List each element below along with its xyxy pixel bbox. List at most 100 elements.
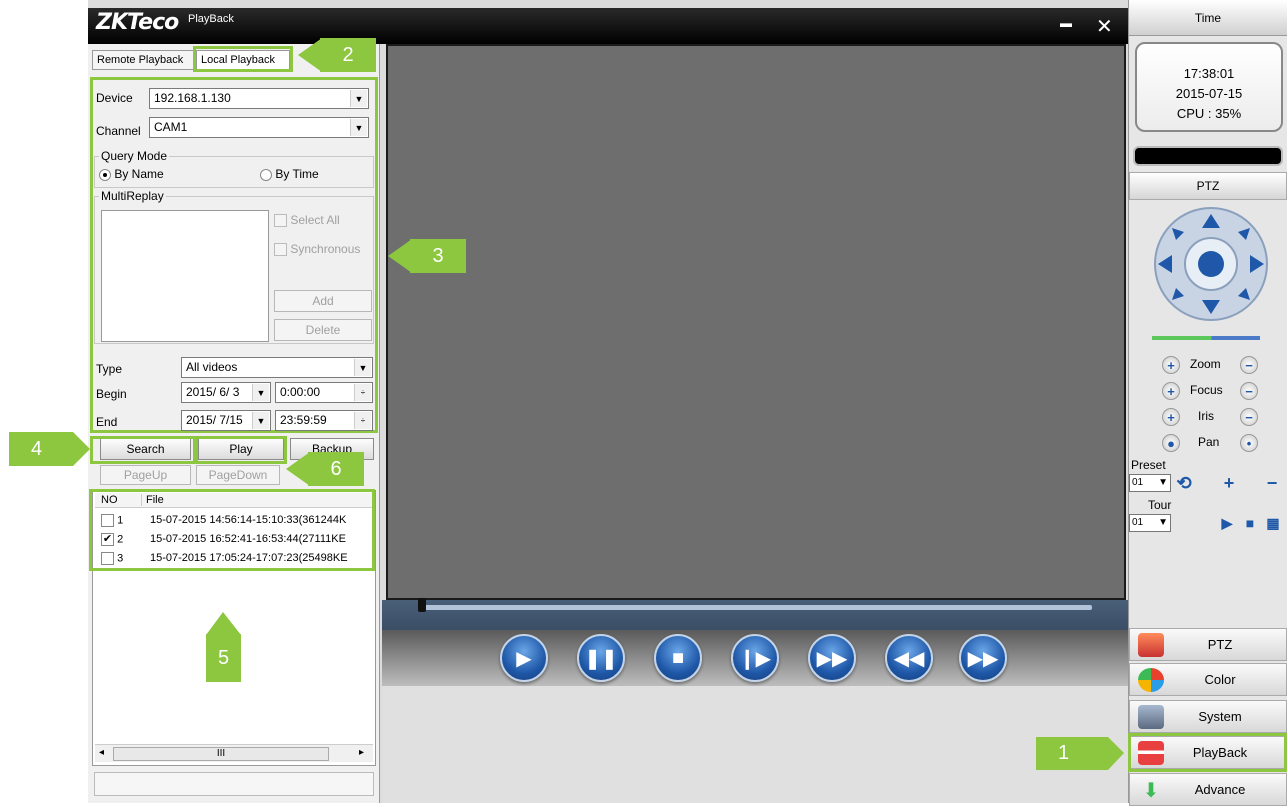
callout-3: 3 — [410, 239, 466, 273]
channel-select[interactable]: CAM1 ▼ — [149, 117, 369, 138]
clock-time: 17:38:01 — [1183, 66, 1235, 81]
pause-icon[interactable]: ❚❚ — [577, 634, 625, 682]
status-strip — [1133, 146, 1283, 166]
step-forward-icon[interactable]: ❙▶ — [731, 634, 779, 682]
chevron-down-icon: ▼ — [350, 119, 367, 136]
radio-selected-icon — [99, 168, 111, 181]
seek-thumb[interactable] — [418, 598, 426, 612]
status-field — [94, 772, 374, 796]
iris-close-icon[interactable]: − — [1240, 408, 1258, 426]
ptz-speed-slider[interactable] — [1152, 336, 1260, 340]
select-all-checkbox[interactable]: Select All — [274, 213, 340, 228]
iris-open-icon[interactable]: + — [1162, 408, 1180, 426]
channel-label: Channel — [96, 124, 141, 138]
callout-4-arrow — [63, 432, 90, 466]
tour-play-icon[interactable]: ▶ — [1216, 513, 1238, 533]
preset-add-icon[interactable]: + — [1218, 473, 1240, 493]
by-time-radio[interactable]: By Time — [260, 167, 319, 181]
device-select[interactable]: 192.168.1.130 ▼ — [149, 88, 369, 109]
chevron-down-icon: ▼ — [252, 412, 269, 429]
multireplay-list[interactable] — [101, 210, 269, 342]
pan-label: Pan — [1198, 435, 1220, 449]
begin-label: Begin — [96, 387, 127, 401]
video-display[interactable] — [386, 44, 1126, 600]
tour-grid-icon[interactable]: ▦ — [1262, 513, 1284, 533]
chevron-down-icon: ▼ — [1158, 477, 1168, 488]
window-title: PlayBack — [188, 13, 234, 25]
seek-bar[interactable] — [424, 605, 1092, 610]
callout-6: 6 — [308, 452, 364, 486]
end-label: End — [96, 415, 118, 429]
menu-color[interactable]: Color — [1129, 663, 1287, 696]
tour-stop-icon[interactable]: ■ — [1239, 513, 1261, 533]
end-date-picker[interactable]: 2015/ 7/15 ▼ — [181, 410, 271, 431]
end-time-spinner[interactable]: 23:59:59 ÷ — [275, 410, 373, 431]
callout-5-arrow — [206, 612, 241, 635]
time-display: 17:38:01 2015-07-15 CPU : 35% — [1135, 42, 1283, 132]
spinner-icon: ÷ — [354, 412, 371, 429]
tour-label: Tour — [1148, 498, 1172, 512]
callout-box-6 — [195, 436, 287, 464]
synchronous-checkbox[interactable]: Synchronous — [274, 242, 360, 257]
focus-out-icon[interactable]: − — [1240, 382, 1258, 400]
by-name-radio[interactable]: By Name — [99, 167, 164, 181]
preset-remove-icon[interactable]: − — [1261, 473, 1283, 493]
time-header: Time — [1129, 0, 1287, 36]
zoom-out-icon[interactable]: − — [1240, 356, 1258, 374]
callout-box-2 — [193, 46, 293, 72]
scroll-right-icon[interactable]: ▸ — [359, 747, 364, 758]
pagedown-button[interactable]: PageDown — [196, 465, 280, 485]
type-select[interactable]: All videos ▼ — [181, 357, 373, 378]
preset-call-icon[interactable]: ⟲ — [1173, 473, 1195, 493]
pan-start-icon[interactable]: ● — [1162, 434, 1180, 452]
play-icon[interactable]: ▶ — [500, 634, 548, 682]
color-icon — [1138, 667, 1164, 692]
begin-time-spinner[interactable]: 0:00:00 ÷ — [275, 382, 373, 403]
menu-advance[interactable]: ⬇ Advance — [1129, 773, 1287, 806]
focus-label: Focus — [1190, 383, 1223, 397]
callout-box-5 — [89, 489, 375, 571]
add-button[interactable]: Add — [274, 290, 372, 312]
query-mode-title: Query Mode — [99, 149, 170, 163]
ptz-joystick[interactable] — [1150, 206, 1272, 322]
menu-system[interactable]: System — [1129, 700, 1287, 733]
type-label: Type — [96, 362, 123, 376]
callout-6-arrow — [286, 452, 310, 486]
preset-select[interactable]: 01 ▼ — [1129, 474, 1171, 492]
scroll-thumb[interactable]: III — [113, 747, 329, 761]
tour-select[interactable]: 01 ▼ — [1129, 514, 1171, 532]
zkteco-logo: ZKTeco — [96, 10, 179, 35]
close-icon[interactable]: ✕ — [1096, 14, 1113, 39]
tab-remote-playback[interactable]: Remote Playback — [92, 50, 195, 70]
delete-button[interactable]: Delete — [274, 319, 372, 341]
callout-box-1 — [1128, 733, 1287, 772]
cpu-usage: CPU : 35% — [1176, 106, 1242, 121]
next-icon[interactable]: ▶▶ — [959, 634, 1007, 682]
zoom-label: Zoom — [1190, 357, 1221, 371]
pan-stop-icon[interactable]: • — [1240, 434, 1258, 452]
callout-4: 4 — [9, 432, 64, 466]
scroll-left-icon[interactable]: ◂ — [99, 747, 104, 758]
focus-in-icon[interactable]: + — [1162, 382, 1180, 400]
callout-1-arrow — [1090, 737, 1124, 770]
multireplay-title: MultiReplay — [99, 189, 166, 203]
menu-ptz[interactable]: PTZ — [1129, 628, 1287, 661]
device-label: Device — [96, 91, 133, 105]
horizontal-scrollbar[interactable]: ◂ III ▸ — [95, 744, 373, 762]
chevron-down-icon: ▼ — [1158, 517, 1168, 528]
callout-3-arrow — [388, 239, 412, 273]
system-icon — [1138, 704, 1164, 729]
menu-icon[interactable]: ▬ — [1060, 16, 1072, 30]
pageup-button[interactable]: PageUp — [100, 465, 191, 485]
iris-label: Iris — [1198, 409, 1214, 423]
below-player-area — [382, 686, 1128, 803]
fast-forward-icon[interactable]: ▶▶ — [808, 634, 856, 682]
spinner-icon: ÷ — [354, 384, 371, 401]
title-bar — [88, 8, 1128, 44]
callout-5: 5 — [206, 634, 241, 682]
stop-icon[interactable]: ■ — [654, 634, 702, 682]
zoom-in-icon[interactable]: + — [1162, 356, 1180, 374]
begin-date-picker[interactable]: 2015/ 6/ 3 ▼ — [181, 382, 271, 403]
callout-1: 1 — [1036, 737, 1091, 770]
previous-icon[interactable]: ◀◀ — [885, 634, 933, 682]
